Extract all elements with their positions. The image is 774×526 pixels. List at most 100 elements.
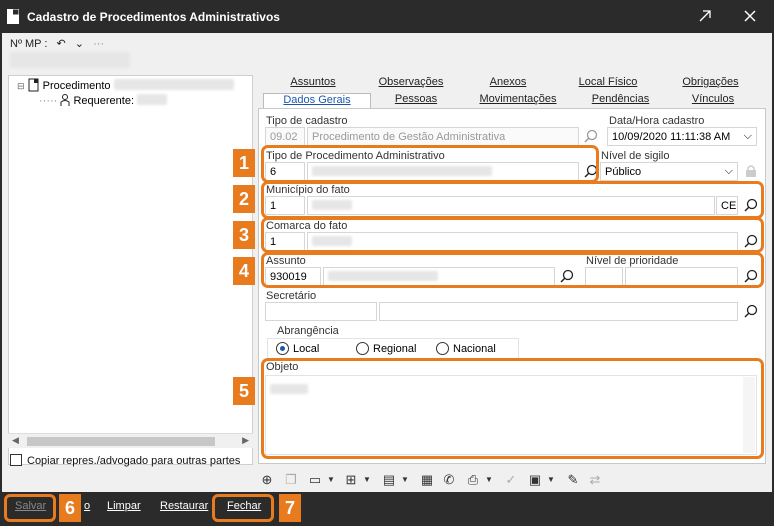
radio-dot[interactable] (276, 342, 289, 355)
abrangencia-label: Abrangência (277, 325, 339, 337)
data-hora-label: Data/Hora cadastro (609, 115, 705, 127)
tab-pessoas[interactable]: Pessoas (376, 93, 456, 109)
dropdown-arrow-icon[interactable]: ▼ (358, 471, 376, 489)
window: Cadastro de Procedimentos Administrativo… (0, 0, 774, 526)
folder-doc-icon (28, 78, 39, 92)
checkbox-box[interactable] (10, 454, 22, 466)
scroll-thumb[interactable] (27, 437, 215, 446)
tab-vinculos[interactable]: Vínculos (668, 93, 758, 109)
dados-gerais-panel: Tipo de cadastro 09.02 Procedimento de G… (258, 108, 766, 464)
document-sign-icon[interactable]: ✎ (564, 471, 582, 489)
tab-obrigacoes[interactable]: Obrigações (663, 76, 758, 92)
person-icon (60, 94, 70, 106)
tree-root-label: Procedimento (42, 80, 111, 92)
dropdown-arrow-icon[interactable]: ▼ (322, 471, 340, 489)
chevron-down-icon[interactable]: ⌄ (75, 38, 84, 50)
tab-assuntos[interactable]: Assuntos (268, 76, 358, 92)
check-circle-icon: ✓ (505, 472, 517, 487)
collapse-icon[interactable]: ⊟ (17, 81, 25, 91)
undo-icon[interactable]: ↶ (57, 38, 66, 50)
highlight-5 (261, 358, 764, 459)
limpar-button[interactable]: Limpar (107, 500, 141, 512)
scroll-right-icon[interactable]: ▶ (242, 435, 249, 446)
search-icon[interactable] (743, 303, 759, 319)
secretario-value[interactable] (379, 302, 738, 321)
data-hora-field[interactable]: 10/09/2020 11:11:38 AM ⌵ (607, 127, 757, 146)
bottom-bar: Salvar 6 o Limpar Restaurar Fechar 7 (0, 492, 774, 526)
highlight-4 (261, 252, 764, 288)
highlight-2 (261, 181, 764, 219)
tree-child[interactable]: ····· Requerente: (39, 94, 168, 107)
lock-icon (746, 165, 756, 177)
partial-button[interactable]: o (84, 500, 90, 512)
nivel-sigilo-label: Nível de sigilo (601, 150, 670, 162)
copiar-label: Copiar repres./advogado para outras part… (27, 455, 241, 467)
close-icon[interactable] (735, 4, 765, 28)
dropdown-arrow-icon[interactable]: ▼ (542, 471, 560, 489)
window-frame-left (0, 33, 2, 492)
document-icon (7, 9, 19, 24)
more-icon[interactable]: ··· (93, 38, 104, 50)
tab-movimentacoes[interactable]: Movimentações (463, 93, 573, 109)
copiar-checkbox[interactable]: Copiar repres./advogado para outras part… (10, 454, 240, 467)
mp-row: Nº MP : ↶ ⌄ ··· (10, 37, 110, 50)
tipo-cadastro-code: 09.02 (265, 127, 305, 146)
mp-field-redacted (10, 52, 130, 68)
tree-horizontal-scrollbar[interactable]: ◀ ▶ (8, 433, 253, 448)
secretario-label: Secretário (266, 290, 317, 302)
radio-nacional[interactable]: Nacional (436, 342, 496, 355)
window-title: Cadastro de Procedimentos Administrativo… (27, 10, 280, 24)
main-body: Nº MP : ↶ ⌄ ··· ⊟ Procedimento ····· Req… (0, 33, 774, 492)
tab-pendencias[interactable]: Pendências (578, 93, 663, 109)
secretario-code[interactable] (265, 302, 377, 321)
transfer-icon: ⇄ (589, 472, 601, 487)
highlight-3 (261, 217, 764, 253)
tree-child-label: Requerente: (73, 95, 134, 107)
radio-local[interactable]: Local (276, 342, 319, 355)
procedure-tree: ⊟ Procedimento ····· Requerente: (8, 75, 253, 465)
add-document-icon[interactable]: ⊕ (258, 471, 276, 489)
phone-icon[interactable]: ✆ (440, 471, 458, 489)
tree-connector: ····· (39, 95, 58, 107)
restore-icon[interactable] (690, 4, 720, 28)
tree-root[interactable]: ⊟ Procedimento (17, 78, 234, 92)
fechar-button[interactable]: Fechar (227, 500, 261, 512)
tipo-cadastro-value: Procedimento de Gestão Administrativa (307, 127, 579, 146)
badge-6: 6 (59, 494, 81, 522)
chevron-down-icon[interactable]: ⌵ (725, 165, 733, 178)
radio-regional-label: Regional (373, 343, 417, 355)
radio-regional[interactable]: Regional (356, 342, 416, 355)
tab-local-fisico[interactable]: Local Físico (558, 76, 658, 92)
highlight-1 (261, 145, 599, 183)
tree-root-redacted (113, 79, 234, 90)
restaurar-button[interactable]: Restaurar (160, 500, 208, 512)
dropdown-arrow-icon[interactable]: ▼ (396, 471, 414, 489)
tipo-cadastro-label: Tipo de cadastro (266, 115, 348, 127)
title-bar: Cadastro de Procedimentos Administrativo… (0, 0, 774, 33)
salvar-button[interactable]: Salvar (15, 500, 46, 512)
badge-7: 7 (279, 494, 301, 522)
mp-label: Nº MP : (10, 38, 48, 50)
badge-1: 1 (233, 149, 255, 177)
tab-anexos[interactable]: Anexos (463, 76, 553, 92)
radio-nacional-label: Nacional (453, 343, 496, 355)
copy-icon: ❐ (285, 472, 297, 487)
badge-2: 2 (233, 185, 255, 213)
nivel-sigilo-value: Público (605, 166, 642, 178)
tree-child-redacted (137, 94, 168, 105)
files-icon[interactable]: ▦ (418, 471, 436, 489)
nivel-sigilo-select[interactable]: Público ⌵ (600, 162, 738, 181)
scroll-left-icon[interactable]: ◀ (12, 435, 19, 446)
badge-5: 5 (233, 377, 255, 405)
badge-4: 4 (233, 257, 255, 285)
tab-observacoes[interactable]: Observações (366, 76, 456, 92)
chevron-down-icon[interactable]: ⌵ (744, 130, 752, 143)
radio-dot[interactable] (436, 342, 449, 355)
badge-3: 3 (233, 221, 255, 249)
dropdown-arrow-icon[interactable]: ▼ (480, 471, 498, 489)
abrangencia-group: Local Regional Nacional (267, 338, 519, 360)
radio-local-label: Local (293, 343, 320, 355)
data-hora-value: 10/09/2020 11:11:38 AM (612, 131, 731, 143)
search-icon (584, 129, 598, 143)
radio-dot[interactable] (356, 342, 369, 355)
